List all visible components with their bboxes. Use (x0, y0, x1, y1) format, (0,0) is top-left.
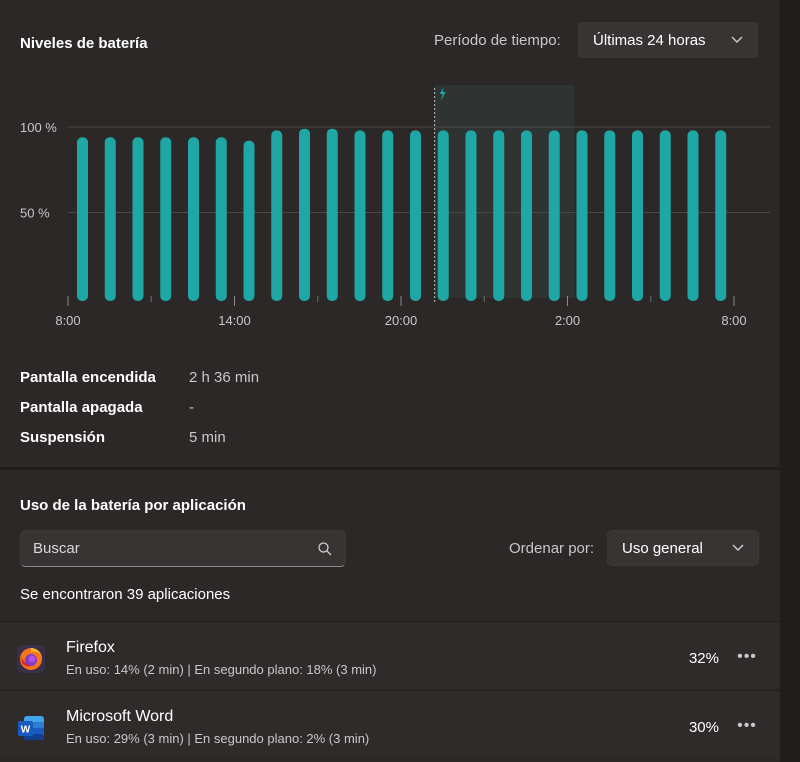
x-tick-label: 20:00 (385, 313, 418, 328)
battery-levels-title: Niveles de batería (20, 35, 148, 52)
battery-bar (354, 130, 366, 301)
sleep-value: 5 min (189, 428, 226, 446)
chevron-down-icon (731, 33, 743, 47)
app-detail: En uso: 29% (3 min) | En segundo plano: … (66, 731, 370, 746)
app-usage-title: Uso de la batería por aplicación (20, 497, 246, 514)
sleep-label: Suspensión (20, 428, 106, 446)
search-input[interactable] (33, 540, 317, 557)
apps-found-count: Se encontraron 39 aplicaciones (20, 586, 231, 603)
battery-bar (243, 140, 255, 301)
battery-bar (326, 128, 338, 301)
battery-bar (437, 130, 449, 301)
battery-bar (659, 130, 671, 301)
more-options-icon[interactable]: ••• (732, 642, 762, 672)
battery-bar (715, 130, 727, 301)
battery-bar (410, 130, 421, 301)
period-dropdown[interactable]: Últimas 24 horas (578, 22, 758, 58)
battery-bar (215, 137, 227, 301)
x-tick-label: 8:00 (721, 313, 746, 328)
app-row-firefox[interactable]: Firefox En uso: 14% (2 min) | En segundo… (0, 621, 780, 689)
stat-sleep: Suspensión 5 min (20, 422, 259, 452)
app-percent: 30% (688, 719, 719, 736)
screen-off-value: - (189, 398, 194, 416)
stat-screen-on: Pantalla encendida 2 h 36 min (20, 362, 259, 392)
app-percent: 32% (688, 650, 719, 667)
period-label: Período de tiempo: (434, 32, 561, 49)
battery-bar (160, 137, 172, 301)
app-detail: En uso: 14% (2 min) | En segundo plano: … (66, 662, 377, 677)
word-icon: W (18, 716, 44, 740)
battery-levels-panel: Niveles de batería Período de tiempo: Úl… (0, 0, 780, 467)
sort-dropdown-value: Uso general (622, 539, 703, 557)
stat-screen-off: Pantalla apagada - (20, 392, 259, 422)
battery-bar (382, 130, 394, 301)
app-name: Microsoft Word (66, 708, 174, 725)
screen-off-label: Pantalla apagada (20, 398, 143, 416)
battery-level-chart: 100 % 50 % 8:00 14:00 20:00 2:00 8:00 (20, 85, 770, 328)
battery-bar (521, 130, 532, 301)
search-box[interactable] (20, 530, 346, 567)
app-row-word[interactable]: W Microsoft Word En uso: 29% (3 min) | E… (0, 690, 780, 758)
x-tick-label: 14:00 (218, 313, 251, 328)
more-options-icon[interactable]: ••• (732, 711, 762, 741)
svg-text:W: W (21, 725, 31, 736)
battery-bar (132, 137, 144, 301)
screen-stats: Pantalla encendida 2 h 36 min Pantalla a… (20, 362, 259, 452)
battery-bar (687, 130, 699, 301)
x-tick-label: 8:00 (55, 313, 80, 328)
battery-bar (604, 130, 616, 301)
screen-on-label: Pantalla encendida (20, 368, 156, 386)
battery-bar (632, 130, 643, 301)
sort-label: Ordenar por: (509, 540, 595, 557)
battery-bar (77, 137, 88, 301)
battery-bar (188, 137, 199, 301)
search-icon[interactable] (317, 541, 333, 557)
x-tick-label: 2:00 (555, 313, 580, 328)
app-name: Firefox (66, 639, 115, 656)
firefox-icon (17, 645, 45, 673)
y-tick-label: 100 % (20, 120, 57, 135)
y-tick-label: 50 % (20, 206, 50, 221)
period-dropdown-value: Últimas 24 horas (593, 31, 706, 49)
screen-on-value: 2 h 36 min (189, 368, 260, 386)
battery-bar (104, 137, 116, 301)
battery-bar (465, 130, 477, 301)
sort-dropdown[interactable]: Uso general (607, 530, 759, 566)
chevron-down-icon (732, 541, 744, 555)
battery-bar (493, 130, 505, 301)
battery-bar (271, 130, 283, 301)
battery-bar (548, 130, 560, 301)
battery-bar (299, 128, 310, 301)
battery-bar (576, 130, 588, 301)
